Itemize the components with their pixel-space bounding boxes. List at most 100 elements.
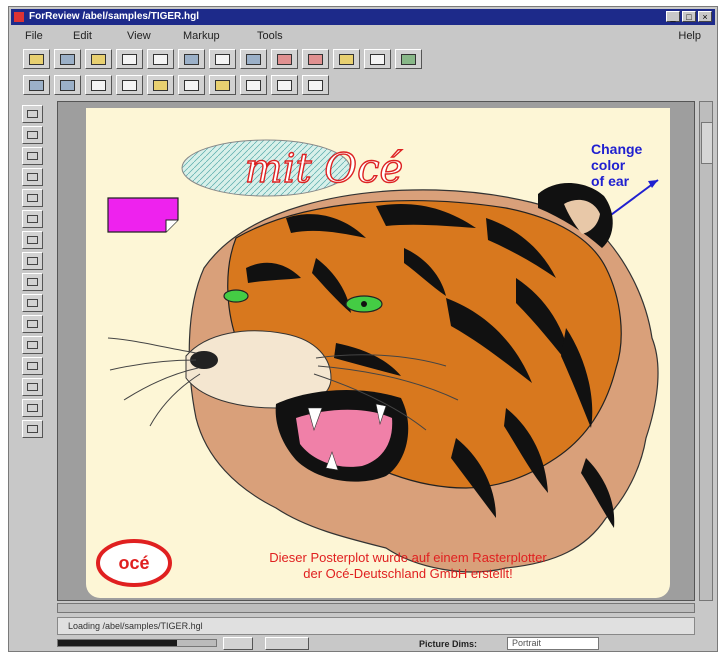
close-button[interactable]: × <box>698 11 712 22</box>
eraser-icon <box>27 425 38 433</box>
line-icon <box>27 320 38 328</box>
line-tool[interactable] <box>22 315 43 333</box>
arrow-icon <box>27 110 38 118</box>
polygon-tool[interactable] <box>22 273 43 291</box>
tiger-left-eye <box>223 289 249 303</box>
note-icon <box>339 53 354 65</box>
menu-tools[interactable]: Tools <box>257 26 283 46</box>
monitor-icon <box>246 53 261 65</box>
grid-button[interactable] <box>271 49 298 69</box>
cloud-tool[interactable] <box>22 294 43 312</box>
rectangle-tool[interactable] <box>22 189 43 207</box>
open-recent-button[interactable] <box>85 49 112 69</box>
main-toolbar-row-1 <box>23 49 422 69</box>
zoom-out-button[interactable] <box>147 75 174 95</box>
markup-a-button[interactable] <box>271 75 298 95</box>
note-tool[interactable] <box>22 399 43 417</box>
refresh-button[interactable] <box>265 637 309 650</box>
document-viewport[interactable]: mit Océ Change color of ear océ Dieser P… <box>57 101 695 601</box>
zoom-fit-button[interactable] <box>54 75 81 95</box>
markup-toolbox <box>22 105 44 438</box>
printer-icon <box>122 53 137 65</box>
title-bar: ForReview /abel/samples/TIGER.hgl _ □ × <box>11 9 715 25</box>
window-controls: _ □ × <box>666 11 712 22</box>
load-progress-bar <box>57 639 217 647</box>
footer-line-2: der Océ-Deutschland GmbH erstellt! <box>303 566 513 581</box>
rectangle-icon <box>27 194 38 202</box>
ruler-icon <box>246 79 261 91</box>
menu-view[interactable]: View <box>127 26 151 46</box>
vertical-scroll-thumb[interactable] <box>701 122 713 164</box>
print-button[interactable] <box>116 49 143 69</box>
annotation-line-3: of ear <box>591 173 630 189</box>
picture-dims-select[interactable]: Portrait <box>507 637 599 650</box>
select-tool[interactable] <box>22 105 43 123</box>
folder-icon <box>91 53 106 65</box>
footer-line-1: Dieser Posterplot wurde auf einem Raster… <box>269 550 547 565</box>
tiger-drawing: mit Océ Change color of ear océ Dieser P… <box>96 139 659 587</box>
menu-help[interactable]: Help <box>678 26 701 46</box>
layers-icon <box>215 53 230 65</box>
annotation-line-1: Change <box>591 141 643 157</box>
menu-file[interactable]: File <box>25 26 43 46</box>
ellipse-tool[interactable] <box>22 231 43 249</box>
measure-button[interactable] <box>240 75 267 95</box>
grid-icon <box>277 53 292 65</box>
text-tool[interactable] <box>22 147 43 165</box>
flip-icon <box>215 79 230 91</box>
pan-button[interactable] <box>85 75 112 95</box>
folder-icon <box>29 53 44 65</box>
vertical-scrollbar[interactable] <box>699 101 713 601</box>
flip-button[interactable] <box>209 75 236 95</box>
ellipse-icon <box>27 236 38 244</box>
polygon-icon <box>27 278 38 286</box>
redline-icon <box>370 53 385 65</box>
stop-button[interactable] <box>223 637 253 650</box>
text-box-tool[interactable] <box>22 168 43 186</box>
menu-bar: File Edit View Markup Tools Help <box>11 26 715 46</box>
dimension-tool[interactable] <box>22 357 43 375</box>
export-button[interactable] <box>395 49 422 69</box>
arrow-tool[interactable] <box>22 336 43 354</box>
status-message: Loading /abel/samples/TIGER.hgl <box>57 617 695 635</box>
layers-button[interactable] <box>209 49 236 69</box>
menu-markup[interactable]: Markup <box>183 26 220 46</box>
compare-button[interactable] <box>178 49 205 69</box>
stamp-icon <box>27 383 38 391</box>
filled-rectangle-icon <box>27 215 38 223</box>
picture-dims-label: Picture Dims: <box>419 639 478 649</box>
window-title: ForReview /abel/samples/TIGER.hgl <box>29 11 200 22</box>
minimize-button[interactable]: _ <box>666 11 680 22</box>
stamp-tool[interactable] <box>22 378 43 396</box>
erase-tool[interactable] <box>22 420 43 438</box>
properties-button[interactable] <box>147 49 174 69</box>
bottom-bar: Picture Dims: Portrait <box>57 637 717 651</box>
app-window: ForReview /abel/samples/TIGER.hgl _ □ × … <box>8 6 718 652</box>
menu-edit[interactable]: Edit <box>73 26 92 46</box>
freehand-tool[interactable] <box>22 126 43 144</box>
main-toolbar-row-2 <box>23 75 329 95</box>
tiger-pupil <box>361 301 367 307</box>
stamp-button[interactable] <box>302 49 329 69</box>
markup-b-button[interactable] <box>302 75 329 95</box>
filled-ellipse-tool[interactable] <box>22 252 43 270</box>
cloud-icon <box>27 299 38 307</box>
zoom-window-button[interactable] <box>23 75 50 95</box>
pencil-icon <box>27 131 38 139</box>
filled-rectangle-tool[interactable] <box>22 210 43 228</box>
open-file-button[interactable] <box>23 49 50 69</box>
text-box-icon <box>27 173 38 181</box>
horizontal-scrollbar[interactable] <box>57 603 695 613</box>
stamp-icon <box>308 53 323 65</box>
magnifier-icon <box>153 79 168 91</box>
redline-button[interactable] <box>364 49 391 69</box>
rotate-button[interactable] <box>178 75 205 95</box>
view-button[interactable] <box>240 49 267 69</box>
note-button[interactable] <box>333 49 360 69</box>
oce-logo-text: océ <box>118 553 149 573</box>
drawing-page: mit Océ Change color of ear océ Dieser P… <box>86 108 670 598</box>
save-button[interactable] <box>54 49 81 69</box>
zoom-in-button[interactable] <box>116 75 143 95</box>
maximize-button[interactable]: □ <box>682 11 696 22</box>
text-icon <box>277 79 292 91</box>
